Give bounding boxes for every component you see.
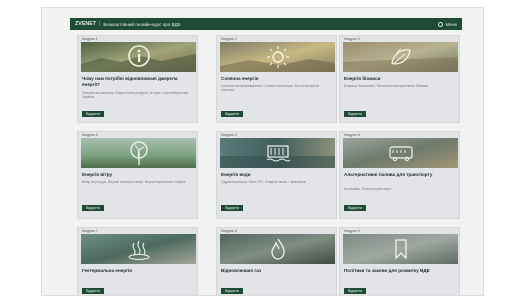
module-image bbox=[220, 234, 335, 264]
module-title[interactable]: Сонячна енергія bbox=[221, 76, 333, 82]
module-title[interactable]: Політики та закони для розвитку ВДЕ bbox=[344, 268, 456, 274]
module-image bbox=[343, 138, 458, 168]
module-card-6[interactable]: Модуль 6 Альтернативні палива для трансп… bbox=[339, 131, 460, 219]
module-number: Модуль 6 bbox=[344, 133, 360, 137]
top-navigation-bar: ZVENET | Безкоштовний онлайн-курс про ВД… bbox=[70, 18, 462, 30]
module-title[interactable]: Геотермальна енергія bbox=[82, 268, 194, 274]
module-card-8[interactable]: Модуль 8 Відновлювані газ Відкрити bbox=[216, 227, 337, 295]
info-icon bbox=[128, 45, 150, 67]
module-description: Сонячне випромінювання. Сонячні колектор… bbox=[221, 84, 320, 93]
module-title[interactable]: Чому нам потрібні відновлювані джерела е… bbox=[82, 76, 194, 87]
open-module-button[interactable]: Відкрити bbox=[221, 288, 243, 294]
module-title[interactable]: Енергія біомаси bbox=[344, 76, 456, 82]
module-description: Біомаса. Біопаливо. Технології використа… bbox=[344, 84, 430, 88]
module-card-7[interactable]: Модуль 7 Геотермальна енергія Відкрити bbox=[77, 227, 198, 295]
module-number: Модуль 1 bbox=[82, 37, 98, 41]
module-number: Модуль 7 bbox=[82, 229, 98, 233]
module-image bbox=[220, 138, 335, 168]
module-title[interactable]: Енергія вітру bbox=[82, 172, 194, 178]
module-title[interactable]: Відновлювані газ bbox=[221, 268, 333, 274]
module-image bbox=[220, 42, 335, 72]
geothermal-icon bbox=[128, 240, 150, 260]
bus-icon bbox=[389, 146, 413, 162]
module-image bbox=[343, 42, 458, 72]
open-module-button[interactable]: Відкрити bbox=[344, 205, 366, 211]
module-number: Модуль 3 bbox=[344, 37, 360, 41]
module-description: Основні визначення. Енергетичні ресурси.… bbox=[82, 91, 188, 100]
course-subtitle: Безкоштовний онлайн-курс про ВДЕ bbox=[103, 21, 181, 27]
module-card-2[interactable]: Модуль 2 Сонячна енергія Сонячне випромі… bbox=[216, 35, 337, 123]
open-module-button[interactable]: Відкрити bbox=[344, 288, 366, 294]
header-separator: | bbox=[99, 21, 101, 27]
bookmark-icon bbox=[395, 239, 407, 260]
module-image bbox=[81, 42, 196, 72]
module-card-1[interactable]: Модуль 1 Чому нам потрібні відновлювані … bbox=[77, 35, 198, 123]
open-module-button[interactable]: Відкрити bbox=[82, 205, 104, 211]
module-number: Модуль 2 bbox=[221, 37, 237, 41]
open-module-button[interactable]: Відкрити bbox=[221, 205, 243, 211]
module-image bbox=[81, 234, 196, 264]
module-description: Біопаливо. Електротранспорт. bbox=[344, 187, 392, 191]
module-number: Модуль 4 bbox=[82, 133, 98, 137]
module-number: Модуль 5 bbox=[221, 133, 237, 137]
leaf-icon bbox=[391, 48, 411, 65]
flame-icon bbox=[271, 238, 285, 260]
module-number: Модуль 8 bbox=[221, 229, 237, 233]
module-card-4[interactable]: Модуль 4 Енергія вітру Вітер як ресурс. … bbox=[77, 131, 198, 219]
menu-button[interactable]: Меню bbox=[446, 22, 457, 27]
search-icon[interactable] bbox=[437, 21, 443, 27]
open-module-button[interactable]: Відкрити bbox=[82, 111, 104, 117]
sun-icon bbox=[267, 46, 289, 68]
brand-logo-text[interactable]: ZVENET bbox=[75, 21, 96, 27]
dam-icon bbox=[266, 145, 291, 162]
wind-turbine-icon bbox=[130, 141, 148, 165]
module-image bbox=[343, 234, 458, 264]
module-card-9[interactable]: Модуль 9 Політики та закони для розвитку… bbox=[339, 227, 460, 295]
module-number: Модуль 9 bbox=[344, 229, 360, 233]
module-card-3[interactable]: Модуль 3 Енергія біомаси Біомаса. Біопал… bbox=[339, 35, 460, 123]
module-title[interactable]: Альтернативні палива для транспорту bbox=[344, 172, 456, 178]
module-title[interactable]: Енергія води bbox=[221, 172, 333, 178]
module-card-5[interactable]: Модуль 5 Енергія води Гідроенергетика. М… bbox=[216, 131, 337, 219]
open-module-button[interactable]: Відкрити bbox=[221, 111, 243, 117]
course-page: ZVENET | Безкоштовний онлайн-курс про ВД… bbox=[41, 7, 484, 296]
open-module-button[interactable]: Відкрити bbox=[344, 111, 366, 117]
module-description: Гідроенергетика. Малі ГЕС. Енергія хвиль… bbox=[221, 180, 307, 184]
open-module-button[interactable]: Відкрити bbox=[82, 288, 104, 294]
module-image bbox=[81, 138, 196, 168]
module-description: Вітер як ресурс. Вітрові електростанції.… bbox=[82, 180, 187, 184]
